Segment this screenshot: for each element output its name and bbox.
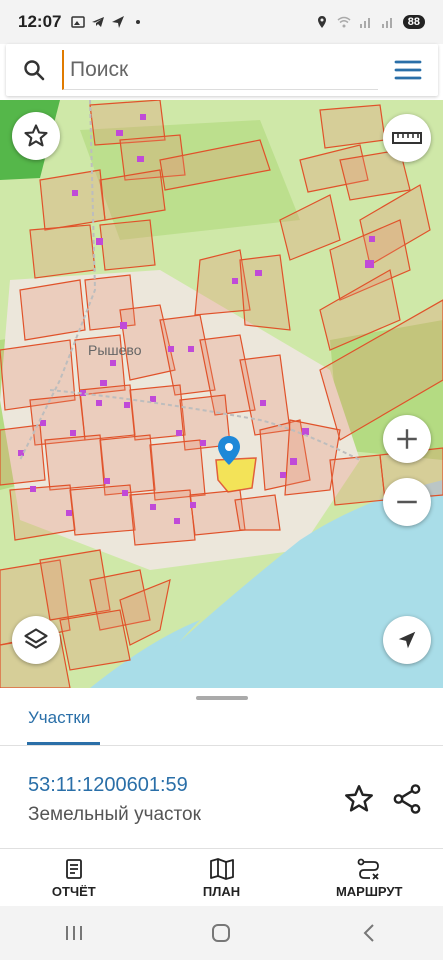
location-icon: [317, 16, 326, 28]
report-button[interactable]: ОТЧЁТ: [0, 849, 148, 906]
wifi-icon: [337, 16, 351, 28]
route-icon: [357, 858, 380, 880]
plan-label: ПЛАН: [202, 883, 241, 899]
search-bar: [6, 44, 438, 96]
report-icon: [65, 858, 82, 879]
route-label: МАРШРУТ: [335, 883, 403, 899]
sheet-drag-handle[interactable]: [196, 696, 248, 700]
star-outline-icon: [345, 785, 373, 812]
layers-icon: [24, 628, 48, 649]
minus-icon: [397, 500, 417, 504]
ruler-button[interactable]: [383, 114, 431, 162]
my-location-button[interactable]: [383, 616, 431, 664]
divider: [0, 745, 443, 746]
recent-apps-button[interactable]: [44, 913, 104, 953]
telegram-icon: [92, 17, 105, 27]
share-icon: [393, 784, 421, 814]
signal-2-icon: [381, 18, 392, 28]
share-button[interactable]: [390, 782, 424, 816]
map-icon: [209, 857, 234, 880]
home-button[interactable]: [191, 913, 251, 953]
parcel-type: Земельный участок: [28, 804, 201, 825]
plan-button[interactable]: ПЛАН: [148, 849, 296, 906]
system-navigation-bar: [0, 906, 443, 960]
recent-apps-icon: [65, 926, 82, 940]
tab-parcels[interactable]: Участки: [28, 708, 90, 728]
layers-button[interactable]: [12, 616, 60, 664]
zoom-in-button[interactable]: [383, 415, 431, 463]
status-system-icons: 88: [315, 15, 425, 29]
back-chevron-icon: [363, 924, 374, 942]
search-input[interactable]: [62, 50, 378, 90]
favorites-button[interactable]: [12, 112, 60, 160]
star-outline-icon: [24, 124, 48, 147]
home-icon: [212, 924, 231, 942]
dot-icon: [136, 20, 141, 24]
status-notifications: [71, 15, 145, 29]
report-label: ОТЧЁТ: [51, 883, 96, 899]
hamburger-menu-icon: [394, 60, 422, 80]
status-time: 12:07: [18, 12, 62, 31]
map-canvas[interactable]: Рышево: [0, 100, 443, 688]
route-button[interactable]: МАРШРУТ: [295, 849, 443, 906]
cadastral-number[interactable]: 53:11:1200601:59: [28, 774, 188, 797]
add-favorite-button[interactable]: [342, 782, 376, 816]
back-button[interactable]: [339, 913, 399, 953]
search-icon[interactable]: [6, 58, 62, 82]
plus-icon: [397, 429, 417, 449]
zoom-out-button[interactable]: [383, 478, 431, 526]
signal-icon: [359, 18, 370, 28]
cadastral-map[interactable]: Рышево: [0, 100, 443, 688]
status-bar: 12:07 88: [0, 0, 443, 44]
app-screen: 12:07 88 Рышево Поиск Участки 53:11:1200…: [0, 0, 443, 960]
navigation-arrow-icon: [398, 631, 416, 649]
battery-icon: 88: [402, 15, 425, 29]
send-icon: [112, 16, 125, 28]
image-notification-icon: [71, 16, 86, 28]
ruler-icon: [392, 132, 422, 144]
bottom-action-bar: ОТЧЁТ ПЛАН МАРШРУТ: [0, 849, 443, 906]
place-label: Рышево: [88, 342, 142, 358]
parcel-bottom-sheet: Участки 53:11:1200601:59 Земельный участ…: [0, 688, 443, 906]
menu-button[interactable]: [378, 59, 438, 81]
